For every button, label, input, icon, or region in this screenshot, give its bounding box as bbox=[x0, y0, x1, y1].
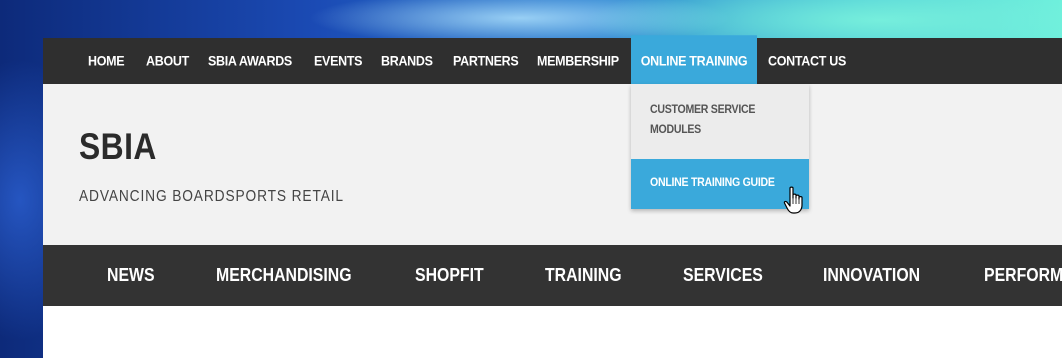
top-navigation-bar: HOME ABOUT SBIA AWARDS EVENTS BRANDS PAR… bbox=[43, 35, 1062, 87]
category-innovation[interactable]: INNOVATION bbox=[823, 245, 920, 306]
category-shopfit[interactable]: SHOPFIT bbox=[415, 245, 484, 306]
website: HOME ABOUT SBIA AWARDS EVENTS BRANDS PAR… bbox=[43, 35, 1062, 358]
category-navigation-bar: NEWS MERCHANDISING SHOPFIT TRAINING SERV… bbox=[43, 245, 1062, 306]
dropdown-item-customer-service-modules[interactable]: CUSTOMER SERVICE MODULES bbox=[631, 84, 809, 159]
nav-item-membership[interactable]: MEMBERSHIP bbox=[537, 35, 619, 87]
site-header: SBIA ADVANCING BOARDSPORTS RETAIL bbox=[43, 84, 1062, 245]
dropdown-item-label: ONLINE TRAINING GUIDE bbox=[650, 177, 775, 189]
nav-item-events[interactable]: EVENTS bbox=[314, 35, 363, 87]
nav-item-home[interactable]: HOME bbox=[88, 35, 125, 87]
category-news[interactable]: NEWS bbox=[107, 245, 155, 306]
dropdown-item-label-line-2: MODULES bbox=[650, 124, 701, 136]
nav-item-online-training[interactable]: ONLINE TRAINING bbox=[631, 35, 757, 87]
hand-pointer-icon bbox=[783, 186, 803, 214]
category-services[interactable]: SERVICES bbox=[683, 245, 763, 306]
site-tagline: ADVANCING BOARDSPORTS RETAIL bbox=[79, 188, 344, 205]
nav-item-partners[interactable]: PARTNERS bbox=[453, 35, 519, 87]
nav-item-about[interactable]: ABOUT bbox=[146, 35, 189, 87]
nav-item-contact-us[interactable]: CONTACT US bbox=[768, 35, 846, 87]
dropdown-item-label-line-1: CUSTOMER SERVICE bbox=[650, 104, 756, 116]
category-performance[interactable]: PERFORMA bbox=[984, 245, 1062, 306]
nav-item-sbia-awards[interactable]: SBIA AWARDS bbox=[208, 35, 292, 87]
category-merchandising[interactable]: MERCHANDISING bbox=[216, 245, 352, 306]
site-logo[interactable]: SBIA bbox=[79, 126, 157, 168]
nav-item-brands[interactable]: BRANDS bbox=[381, 35, 433, 87]
category-training[interactable]: TRAINING bbox=[545, 245, 622, 306]
